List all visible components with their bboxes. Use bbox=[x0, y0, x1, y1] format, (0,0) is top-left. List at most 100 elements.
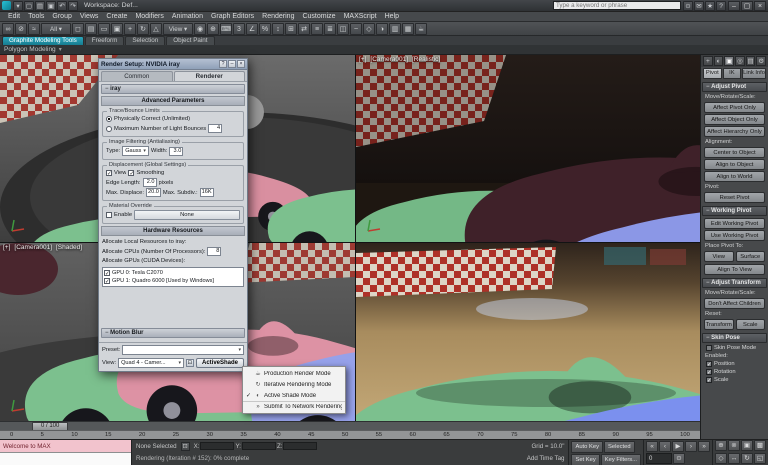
viewport-shading-label[interactable]: [Shaded] bbox=[56, 244, 82, 251]
physically-correct-radio[interactable] bbox=[106, 116, 112, 122]
menu-tools[interactable]: Tools bbox=[24, 12, 48, 22]
menu-views[interactable]: Views bbox=[76, 12, 103, 22]
reference-coordinate-dropdown[interactable]: View ▾ bbox=[163, 23, 193, 35]
curve-editor-icon[interactable]: ~ bbox=[350, 23, 362, 35]
keyboard-override-icon[interactable]: ⌨ bbox=[220, 23, 232, 35]
maxscript-mini-listener[interactable]: Welcome to MAX bbox=[0, 440, 132, 465]
iray-rollout[interactable]: iray bbox=[101, 84, 245, 94]
max-subdiv-field[interactable]: 16K bbox=[200, 188, 214, 197]
favorites-icon[interactable]: ★ bbox=[705, 1, 715, 11]
add-time-tag[interactable]: Add Time Tag bbox=[527, 455, 565, 462]
create-panel-tab[interactable]: + bbox=[703, 56, 713, 66]
align-to-view-button[interactable]: Align To View bbox=[704, 264, 765, 275]
select-and-manipulate-icon[interactable]: ⊕ bbox=[207, 23, 219, 35]
render-setup-icon[interactable]: ▥ bbox=[389, 23, 401, 35]
skin-pose-rollout[interactable]: Skin Pose bbox=[702, 333, 767, 343]
select-and-rotate-icon[interactable]: ↻ bbox=[137, 23, 149, 35]
gpu-0-item[interactable]: GPU 0: Tesla C2070 bbox=[104, 269, 242, 277]
maximize-viewport-toggle-icon[interactable]: ◱ bbox=[754, 453, 766, 464]
bind-to-space-warp-icon[interactable]: ≈ bbox=[28, 23, 40, 35]
use-pivot-center-icon[interactable]: ◉ bbox=[194, 23, 206, 35]
edit-working-pivot-button[interactable]: Edit Working Pivot bbox=[704, 218, 765, 229]
menu-maxscript[interactable]: MAXScript bbox=[340, 12, 381, 22]
time-slider[interactable]: 0 / 100 bbox=[0, 421, 700, 430]
reset-scale-button[interactable]: Scale bbox=[736, 319, 766, 330]
percent-snap-icon[interactable]: % bbox=[259, 23, 271, 35]
graphite-toggle-icon[interactable]: ◫ bbox=[337, 23, 349, 35]
preset-dropdown[interactable] bbox=[122, 345, 244, 355]
listener-line[interactable] bbox=[0, 452, 131, 465]
ribbon-tab-selection[interactable]: Selection bbox=[125, 36, 165, 45]
spinner-snap-icon[interactable]: ↕ bbox=[272, 23, 284, 35]
viewport-pov-label[interactable]: [Camera001] bbox=[14, 244, 52, 251]
gpu-checkbox[interactable] bbox=[104, 278, 110, 284]
macro-recorder-line[interactable]: Welcome to MAX bbox=[0, 440, 131, 452]
filter-width-field[interactable]: 3.0 bbox=[169, 147, 183, 156]
hierarchy-panel-tab[interactable]: ▣ bbox=[724, 56, 734, 66]
selection-filter-dropdown[interactable]: All ▾ bbox=[41, 23, 71, 35]
coordinate-input[interactable] bbox=[200, 442, 234, 450]
menu-edit[interactable]: Edit bbox=[4, 12, 24, 22]
select-by-name-icon[interactable]: ▤ bbox=[85, 23, 97, 35]
menu-customize[interactable]: Customize bbox=[298, 12, 339, 22]
max-bounces-field[interactable]: 4 bbox=[208, 124, 222, 133]
dont-affect-children-button[interactable]: Don't Affect Children bbox=[704, 298, 765, 309]
viewport-pov-label[interactable]: [Camera001] bbox=[370, 56, 408, 63]
reset-pivot-button[interactable]: Reset Pivot bbox=[704, 192, 765, 203]
dialog-close-button[interactable]: × bbox=[237, 60, 245, 68]
orbit-icon[interactable]: ↻ bbox=[741, 453, 753, 464]
menu-help[interactable]: Help bbox=[381, 12, 403, 22]
activeshade-render-button[interactable]: ActiveShade bbox=[196, 358, 244, 368]
next-frame-button[interactable]: › bbox=[685, 441, 697, 452]
save-file-icon[interactable]: ▣ bbox=[46, 1, 56, 11]
angle-snap-icon[interactable]: ∠ bbox=[246, 23, 258, 35]
common-tab[interactable]: Common bbox=[101, 71, 173, 81]
mirror-icon[interactable]: ⇄ bbox=[298, 23, 310, 35]
gpu-checkbox[interactable] bbox=[104, 270, 110, 276]
working-pivot-rollout[interactable]: Working Pivot bbox=[702, 206, 767, 216]
time-configuration-button[interactable]: ⊙ bbox=[673, 453, 685, 464]
viewport-menu-button[interactable]: [+] bbox=[359, 56, 366, 63]
edge-length-field[interactable]: 2.0 bbox=[143, 178, 157, 187]
close-button[interactable]: × bbox=[754, 1, 766, 11]
dialog-title-bar[interactable]: Render Setup: NVIDIA iray ?–× bbox=[99, 59, 247, 70]
select-object-icon[interactable]: ◻ bbox=[72, 23, 84, 35]
reset-transform-button[interactable]: Transform bbox=[704, 319, 734, 330]
skin-pose-checkbox[interactable] bbox=[706, 369, 712, 375]
zoom-icon[interactable]: ⊕ bbox=[715, 440, 727, 451]
ik-tab[interactable]: IK bbox=[723, 68, 742, 79]
key-filters-button[interactable]: Key Filters... bbox=[601, 454, 641, 465]
current-frame-field[interactable]: 0 bbox=[646, 453, 672, 464]
minimize-button[interactable]: – bbox=[728, 1, 740, 11]
menu-rendering[interactable]: Rendering bbox=[258, 12, 298, 22]
align-to-object-button[interactable]: Align to Object bbox=[704, 159, 765, 170]
lock-view-icon[interactable]: ⊡ bbox=[186, 359, 194, 367]
motion-blur-rollout[interactable]: Motion Blur bbox=[101, 328, 245, 338]
pan-icon[interactable]: ↔ bbox=[728, 453, 740, 464]
active-shade-mode-item[interactable]: ◐ Active Shade Mode bbox=[243, 390, 345, 401]
align-to-world-button[interactable]: Align to World bbox=[704, 171, 765, 182]
affect-hierarchy-only-button[interactable]: Affect Hierarchy Only bbox=[704, 126, 765, 137]
3ds-max-logo-icon[interactable] bbox=[2, 1, 11, 10]
coordinate-input[interactable] bbox=[242, 442, 276, 450]
selection-region-icon[interactable]: ▭ bbox=[98, 23, 110, 35]
pivot-tab[interactable]: Pivot bbox=[703, 68, 722, 79]
select-and-link-icon[interactable]: ∞ bbox=[2, 23, 14, 35]
viewport-menu-button[interactable]: [+] bbox=[3, 244, 10, 251]
dialog-help-button[interactable]: ? bbox=[219, 60, 227, 68]
new-scene-icon[interactable]: ▢ bbox=[24, 1, 34, 11]
render-production-icon[interactable]: ☕ bbox=[415, 23, 427, 35]
display-panel-tab[interactable]: ▤ bbox=[746, 56, 756, 66]
menu-animation[interactable]: Animation bbox=[168, 12, 207, 22]
production-render-mode-item[interactable]: ☕ Production Render Mode bbox=[243, 368, 345, 379]
viewport-shading-label[interactable]: [Realistic] bbox=[412, 56, 440, 63]
smoothing-checkbox[interactable] bbox=[128, 170, 134, 176]
menu-create[interactable]: Create bbox=[102, 12, 131, 22]
skin-pose-checkbox[interactable] bbox=[706, 361, 712, 367]
filter-type-dropdown[interactable]: Gauss bbox=[122, 146, 149, 156]
help-icon[interactable]: ? bbox=[716, 1, 726, 11]
search-icon[interactable]: ⊙ bbox=[683, 1, 693, 11]
submit-network-rendering-item[interactable]: » Submit To Network Rendering... bbox=[243, 401, 345, 412]
gpu-1-item[interactable]: GPU 1: Quadro 6000 [Used by Windows] bbox=[104, 277, 242, 285]
snap-toggle-3d-icon[interactable]: 3 bbox=[233, 23, 245, 35]
